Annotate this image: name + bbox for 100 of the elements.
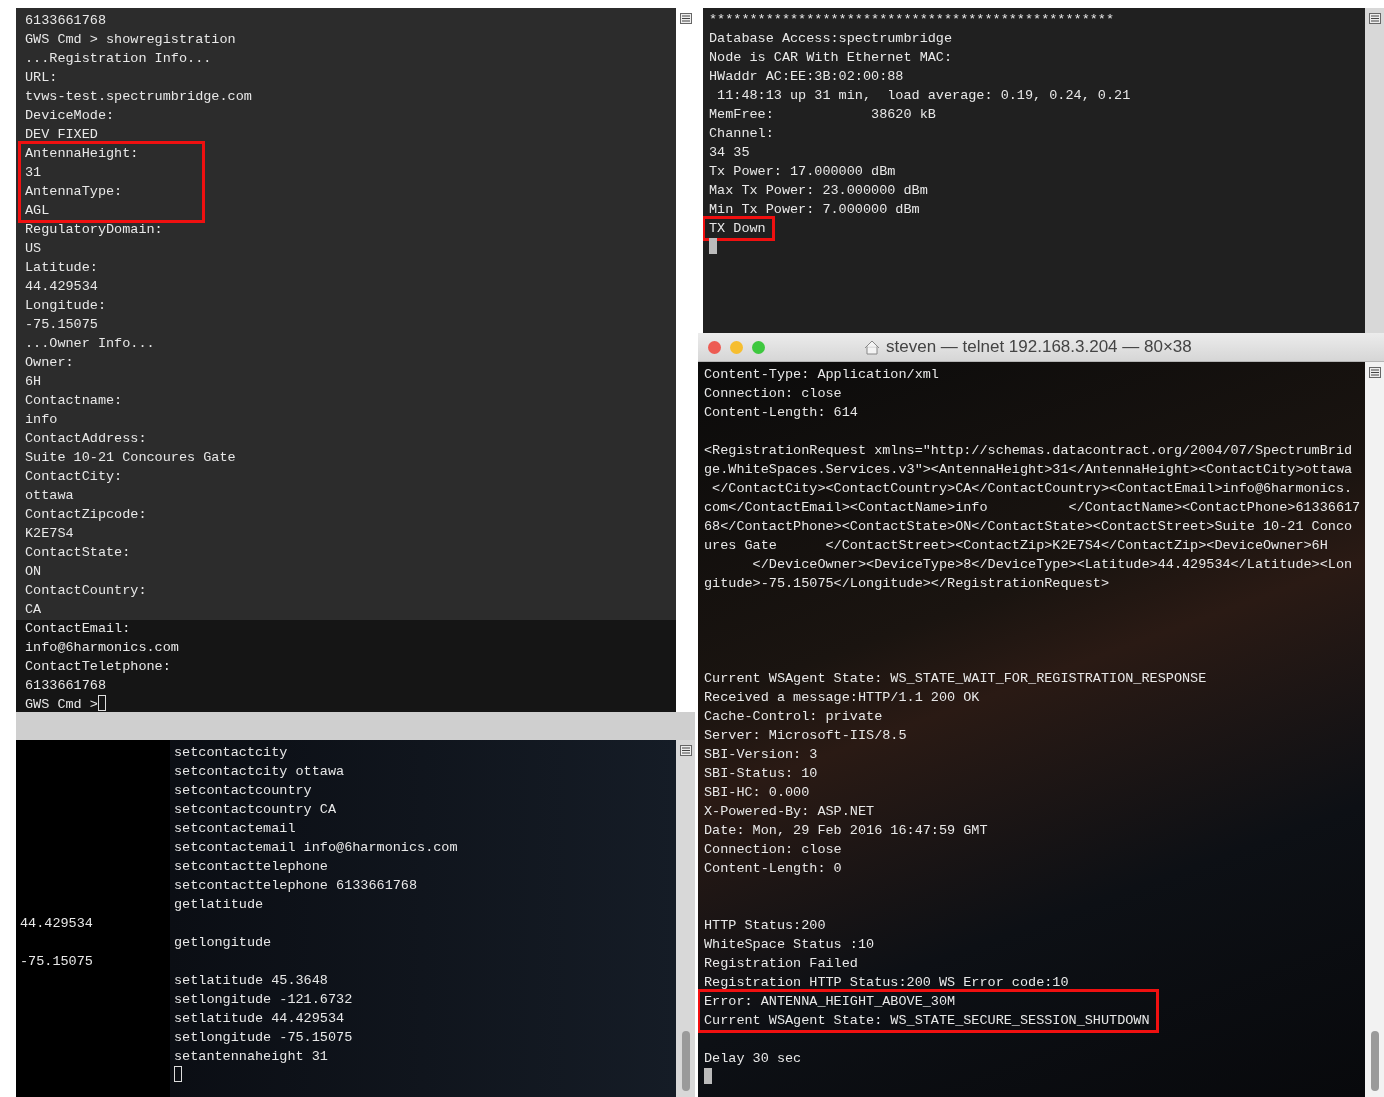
window-title: steven — telnet 192.168.3.204 — 80×38 [886, 336, 1192, 359]
terminal-line: ures Gate </ContactStreet><ContactZip>K2E7S4</ContactZip><DeviceOwner>6H [704, 537, 1328, 555]
menu-icon[interactable] [679, 13, 692, 24]
terminal-line: ge.WhiteSpaces.Services.v3"><AntennaHeight>31</AntennaHeight><ContactCity>ottawa [704, 461, 1353, 479]
terminal-line: Contactname: [25, 392, 123, 410]
terminal-line: Min Tx Power: 7.000000 dBm [709, 201, 920, 219]
terminal-line: Node is CAR With Ethernet MAC: [709, 49, 953, 67]
terminal-line: ContactCity: [25, 468, 123, 486]
terminal-line: setlatitude 45.3648 [174, 972, 328, 990]
terminal-line: Received a message:HTTP/1.1 200 OK [704, 689, 980, 707]
terminal-line: info@6harmonics.com [25, 639, 179, 657]
terminal-line: 31 [25, 164, 42, 182]
scroll-thumb[interactable] [681, 1031, 690, 1091]
terminal-line: Date: Mon, 29 Feb 2016 16:47:59 GMT [704, 822, 988, 840]
terminal-line: 44.429534 [20, 915, 93, 933]
terminal-line: K2E7S4 [25, 525, 74, 543]
terminal-line: <RegistrationRequest xmlns="http://schemas.datacontract.org/2004/07/SpectrumBrid [704, 442, 1353, 460]
terminal-line: Delay 30 sec [704, 1050, 802, 1068]
terminal-line: setlongitude -75.15075 [174, 1029, 353, 1047]
home-icon [864, 339, 880, 355]
terminal-line: ...Registration Info... [25, 50, 212, 68]
terminal-line: Current WSAgent State: WS_STATE_SECURE_SESSION_SHUTDOWN [704, 1012, 1150, 1030]
terminal-line: setlongitude -121.6732 [174, 991, 353, 1009]
terminal-line: Owner: [25, 354, 74, 372]
terminal-line: Channel: [709, 125, 774, 143]
menu-icon[interactable] [1368, 13, 1381, 24]
terminal-line: Connection: close [704, 841, 842, 859]
terminal-line: 6H [25, 373, 42, 391]
terminal-line: setcontactemail info@6harmonics.com [174, 839, 458, 857]
terminal-line: ContactState: [25, 544, 131, 562]
terminal-line: URL: [25, 69, 58, 87]
terminal-line: ************************************************** [709, 11, 1115, 29]
terminal-line: ContactTeletphone: [25, 658, 171, 676]
menu-icon[interactable] [679, 745, 692, 756]
terminal-line: SBI-Status: 10 [704, 765, 818, 783]
terminal-line: setcontacttelephone 6133661768 [174, 877, 418, 895]
terminal-line: 68</ContactPhone><ContactState>ON</ContactState><ContactStreet>Suite 10-21 Conco [704, 518, 1353, 536]
terminal-line: Cache-Control: private [704, 708, 883, 726]
terminal-line: Max Tx Power: 23.000000 dBm [709, 182, 928, 200]
terminal-line: Registration HTTP Status:200 WS Error code:10 [704, 974, 1069, 992]
terminal-line: setcontactcountry CA [174, 801, 337, 819]
terminal-line: 6133661768 [25, 12, 106, 30]
terminal-line: US [25, 240, 42, 258]
terminal-line: info [25, 411, 58, 429]
prompt: GWS Cmd > [25, 697, 98, 712]
minimize-button[interactable] [730, 340, 743, 354]
close-button[interactable] [708, 340, 721, 354]
terminal-line: SBI-Version: 3 [704, 746, 818, 764]
terminal-line: SBI-HC: 0.000 [704, 784, 810, 802]
terminal-line: RegulatoryDomain: [25, 221, 163, 239]
terminal-line: setlatitude 44.429534 [174, 1010, 345, 1028]
terminal-line: getlatitude [174, 896, 264, 914]
terminal-line: ON [25, 563, 42, 581]
terminal-line: Connection: close [704, 385, 842, 403]
terminal-line: ottawa [25, 487, 74, 505]
terminal-line: MemFree: 38620 kB [709, 106, 936, 124]
terminal-line: -75.15075 [20, 953, 93, 971]
terminal-line: AGL [25, 202, 50, 220]
terminal-line: Latitude: [25, 259, 98, 277]
terminal-line: TX Down [709, 220, 766, 238]
terminal-line: HWaddr AC:EE:3B:02:00:88 [709, 68, 904, 86]
terminal-line: DeviceMode: [25, 107, 115, 125]
terminal-line: </DeviceOwner><DeviceType>8</DeviceType><Latitude>44.429534</Latitude><Lon [751, 556, 1353, 574]
terminal-line: Suite 10-21 Concoures Gate [25, 449, 236, 467]
terminal-line: Content-Length: 0 [704, 860, 842, 878]
terminal-line: DEV FIXED [25, 126, 98, 144]
terminal-line: 6133661768 [25, 677, 106, 695]
terminal-line: -75.15075 [25, 316, 98, 334]
terminal-line: Registration Failed [704, 955, 858, 973]
terminal-line: setantennaheight 31 [174, 1048, 328, 1066]
terminal-line: AntennaHeight: [25, 145, 139, 163]
terminal-line: setcontactcountry [174, 782, 312, 800]
terminal-line: ContactEmail: [25, 620, 131, 638]
terminal-line: tvws-test.spectrumbridge.com [25, 88, 252, 106]
terminal-line: ContactZipcode: [25, 506, 147, 524]
terminal-line: HTTP Status:200 [704, 917, 826, 935]
zoom-button[interactable] [752, 340, 765, 354]
terminal-line: Longitude: [25, 297, 106, 315]
terminal-line: AntennaType: [25, 183, 123, 201]
terminal-line: Database Access:spectrumbridge [709, 30, 953, 48]
terminal-line: CA [25, 601, 42, 619]
terminal-line: setcontactcity ottawa [174, 763, 345, 781]
terminal-line: com</ContactEmail><ContactName>info </ContactName><ContactPhone>61336617 [704, 499, 1361, 517]
terminal-line: getlongitude [174, 934, 272, 952]
terminal-line: </ContactCity><ContactCountry>CA</ContactCountry><ContactEmail>info@6harmonics. [711, 480, 1353, 498]
terminal-line: Content-Length: 614 [704, 404, 858, 422]
terminal-line: Tx Power: 17.000000 dBm [709, 163, 896, 181]
terminal-line: Content-Type: Application/xml [704, 366, 939, 384]
terminal-line: 44.429534 [25, 278, 98, 296]
terminal-line: Error: ANTENNA_HEIGHT_ABOVE_30M [704, 993, 956, 1011]
terminal-line: WhiteSpace Status :10 [704, 936, 875, 954]
terminal-line: 34 35 [709, 144, 750, 162]
terminal-line: setcontactcity [174, 744, 288, 762]
terminal-line: ContactCountry: [25, 582, 147, 600]
terminal-line: ContactAddress: [25, 430, 147, 448]
terminal-line: 11:48:13 up 31 min, load average: 0.19, 0.24, 0.21 [716, 87, 1131, 105]
terminal-line: ...Owner Info... [25, 335, 155, 353]
scroll-thumb[interactable] [1370, 1031, 1379, 1091]
menu-icon[interactable] [1368, 367, 1381, 378]
terminal-line: GWS Cmd > showregistration [25, 31, 236, 49]
